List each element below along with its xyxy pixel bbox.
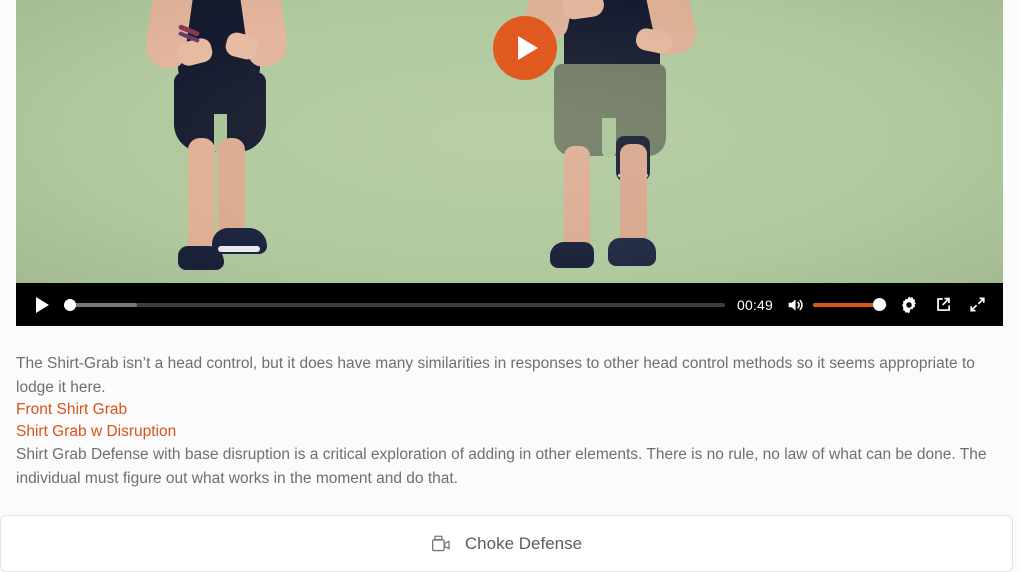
- big-play-button[interactable]: [493, 16, 557, 80]
- player-control-bar: 00:49: [16, 283, 1003, 326]
- seek-track: [64, 302, 725, 307]
- paragraph-intro: The Shirt-Grab isn’t a head control, but…: [16, 355, 975, 396]
- link-front-shirt-grab[interactable]: Front Shirt Grab: [16, 399, 1006, 421]
- paragraph-defense: Shirt Grab Defense with base disruption …: [16, 446, 987, 487]
- seek-handle[interactable]: [64, 298, 76, 311]
- settings-button[interactable]: [895, 291, 923, 319]
- volume-fill: [813, 302, 879, 307]
- mute-button[interactable]: [783, 292, 809, 318]
- volume-handle[interactable]: [873, 297, 887, 311]
- fullscreen-icon: [969, 297, 985, 312]
- current-time: 00:49: [736, 296, 773, 313]
- seek-slider[interactable]: [64, 293, 725, 317]
- play-icon: [518, 36, 538, 60]
- next-lesson-label: Choke Defense: [464, 533, 583, 553]
- volume-slider[interactable]: [813, 294, 887, 316]
- video-player[interactable]: 00:49: [16, 0, 1003, 326]
- lesson-description: The Shirt-Grab isn’t a head control, but…: [16, 352, 1006, 490]
- pip-icon: [936, 297, 950, 311]
- volume-icon: [788, 299, 803, 310]
- video-camera-icon: [431, 535, 451, 553]
- next-lesson-card[interactable]: Choke Defense: [0, 515, 1013, 572]
- fullscreen-button[interactable]: [963, 291, 991, 319]
- video-person-left: [126, 0, 326, 271]
- page-root: 00:49 The Shirt-Grab isn’t a head contro…: [0, 0, 1020, 572]
- gear-icon: [902, 296, 916, 313]
- play-icon-small: [35, 296, 49, 313]
- picture-in-picture-button[interactable]: [929, 291, 957, 319]
- link-shirt-grab-w-disruption[interactable]: Shirt Grab w Disruption: [16, 421, 1006, 443]
- play-button[interactable]: [28, 291, 56, 319]
